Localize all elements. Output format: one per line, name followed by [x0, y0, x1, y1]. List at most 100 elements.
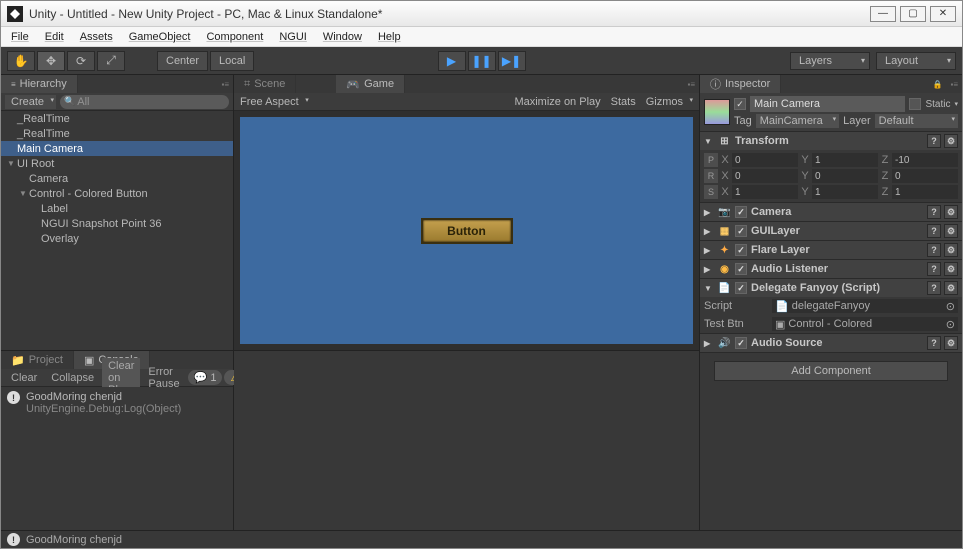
hierarchy-create-dropdown[interactable]: Create: [5, 95, 56, 109]
console-clear-button[interactable]: Clear: [5, 370, 43, 386]
audiosource-header[interactable]: ▶🔊✓Audio Source?⚙: [700, 334, 962, 352]
hierarchy-item[interactable]: Overlay: [1, 231, 233, 246]
pause-button[interactable]: ❚❚: [468, 51, 496, 71]
pivot-center-button[interactable]: Center: [157, 51, 208, 71]
rot-x-input[interactable]: 0: [732, 169, 798, 183]
scl-x-input[interactable]: 1: [732, 185, 798, 199]
aspect-dropdown[interactable]: Free Aspect: [240, 96, 309, 108]
move-tool-button[interactable]: ✥: [37, 51, 65, 71]
console-line-1: GoodMoring chenjd: [26, 391, 181, 403]
audiolistener-header[interactable]: ▶◉✓Audio Listener?⚙: [700, 260, 962, 278]
scl-y-input[interactable]: 1: [812, 185, 878, 199]
help-icon[interactable]: ?: [927, 281, 941, 295]
layout-dropdown[interactable]: Layout: [876, 52, 956, 70]
hierarchy-tab[interactable]: ≡Hierarchy: [1, 75, 78, 93]
camera-enabled-checkbox[interactable]: ✓: [735, 206, 747, 218]
menu-help[interactable]: Help: [378, 31, 401, 43]
pos-x-input[interactable]: 0: [732, 153, 798, 167]
gameobject-active-checkbox[interactable]: ✓: [734, 98, 746, 110]
menu-window[interactable]: Window: [323, 31, 362, 43]
gear-icon[interactable]: ⚙: [944, 134, 958, 148]
help-icon[interactable]: ?: [927, 134, 941, 148]
pos-z-input[interactable]: -10: [892, 153, 958, 167]
panel-menu-icon[interactable]: ▪≡: [217, 80, 233, 89]
layers-dropdown[interactable]: Layers: [790, 52, 870, 70]
panel-menu-icon[interactable]: ▪≡: [683, 80, 699, 89]
help-icon[interactable]: ?: [927, 224, 941, 238]
rot-z-input[interactable]: 0: [892, 169, 958, 183]
help-icon[interactable]: ?: [927, 336, 941, 350]
add-component-button[interactable]: Add Component: [714, 361, 948, 381]
static-checkbox[interactable]: [909, 98, 921, 110]
lock-icon[interactable]: 🔒: [929, 80, 947, 89]
hierarchy-item[interactable]: ▼UI Root: [1, 156, 233, 171]
flarelayer-header[interactable]: ▶✦✓Flare Layer?⚙: [700, 241, 962, 259]
layer-dropdown[interactable]: Default: [875, 114, 958, 128]
script-header[interactable]: ▼📄✓Delegate Fanyoy (Script)?⚙: [700, 279, 962, 297]
scene-tab[interactable]: ⌗Scene: [234, 75, 296, 93]
pos-y-input[interactable]: 1: [812, 153, 878, 167]
guilayer-enabled-checkbox[interactable]: ✓: [735, 225, 747, 237]
script-field[interactable]: 📄delegateFanyoy⊙: [772, 299, 958, 313]
scale-tool-button[interactable]: ⤢: [97, 51, 125, 71]
menu-file[interactable]: File: [11, 31, 29, 43]
flarelayer-enabled-checkbox[interactable]: ✓: [735, 244, 747, 256]
panel-menu-icon[interactable]: ▪≡: [946, 80, 962, 89]
maximize-button[interactable]: ▢: [900, 6, 926, 22]
hand-tool-button[interactable]: ✋: [7, 51, 35, 71]
tag-label: Tag: [734, 115, 752, 127]
window-title: Unity - Untitled - New Unity Project - P…: [29, 7, 870, 21]
hierarchy-item[interactable]: NGUI Snapshot Point 36: [1, 216, 233, 231]
tag-dropdown[interactable]: MainCamera: [756, 114, 839, 128]
menu-gameobject[interactable]: GameObject: [129, 31, 191, 43]
stats-toggle[interactable]: Stats: [611, 96, 636, 108]
menu-component[interactable]: Component: [206, 31, 263, 43]
gear-icon[interactable]: ⚙: [944, 243, 958, 257]
camera-header[interactable]: ▶📷✓Camera?⚙: [700, 203, 962, 221]
console-info-count[interactable]: 💬1: [188, 370, 223, 385]
hierarchy-item[interactable]: _RealTime: [1, 111, 233, 126]
hierarchy-search-input[interactable]: 🔍All: [60, 95, 229, 109]
maximize-on-play-toggle[interactable]: Maximize on Play: [514, 96, 600, 108]
hierarchy-item[interactable]: Label: [1, 201, 233, 216]
rotate-tool-button[interactable]: ⟳: [67, 51, 95, 71]
gear-icon[interactable]: ⚙: [944, 262, 958, 276]
help-icon[interactable]: ?: [927, 243, 941, 257]
guilayer-header[interactable]: ▶▦✓GUILayer?⚙: [700, 222, 962, 240]
console-line-2: UnityEngine.Debug:Log(Object): [26, 403, 181, 415]
scl-z-input[interactable]: 1: [892, 185, 958, 199]
inspector-tab[interactable]: ⓘInspector: [700, 75, 781, 93]
hierarchy-item[interactable]: _RealTime: [1, 126, 233, 141]
game-button[interactable]: Button: [421, 218, 513, 244]
hierarchy-item[interactable]: Camera: [1, 171, 233, 186]
project-tab[interactable]: 📁Project: [1, 351, 74, 369]
step-button[interactable]: ▶❚: [498, 51, 526, 71]
gear-icon[interactable]: ⚙: [944, 336, 958, 350]
gear-icon[interactable]: ⚙: [944, 224, 958, 238]
menu-edit[interactable]: Edit: [45, 31, 64, 43]
help-icon[interactable]: ?: [927, 205, 941, 219]
script-enabled-checkbox[interactable]: ✓: [735, 282, 747, 294]
hierarchy-item[interactable]: ▼Control - Colored Button: [1, 186, 233, 201]
transform-header[interactable]: ▼⊞Transform?⚙: [700, 132, 962, 150]
gizmos-dropdown[interactable]: Gizmos: [646, 96, 693, 108]
close-button[interactable]: ✕: [930, 6, 956, 22]
console-collapse-button[interactable]: Collapse: [45, 370, 100, 386]
gameobject-name-input[interactable]: Main Camera: [750, 96, 905, 112]
testbtn-field[interactable]: ▣Control - Colored⊙: [772, 317, 958, 331]
help-icon[interactable]: ?: [927, 262, 941, 276]
speaker-icon: 🔊: [718, 337, 731, 350]
hierarchy-item[interactable]: Main Camera: [1, 141, 233, 156]
audiolistener-enabled-checkbox[interactable]: ✓: [735, 263, 747, 275]
gear-icon[interactable]: ⚙: [944, 281, 958, 295]
audiosource-enabled-checkbox[interactable]: ✓: [735, 337, 747, 349]
menu-ngui[interactable]: NGUI: [279, 31, 307, 43]
menu-assets[interactable]: Assets: [80, 31, 113, 43]
console-log[interactable]: !GoodMoring chenjdUnityEngine.Debug:Log(…: [1, 387, 233, 530]
game-tab[interactable]: 🎮Game: [336, 75, 405, 93]
play-button[interactable]: ▶: [438, 51, 466, 71]
minimize-button[interactable]: —: [870, 6, 896, 22]
gear-icon[interactable]: ⚙: [944, 205, 958, 219]
rot-y-input[interactable]: 0: [812, 169, 878, 183]
pivot-local-button[interactable]: Local: [210, 51, 254, 71]
